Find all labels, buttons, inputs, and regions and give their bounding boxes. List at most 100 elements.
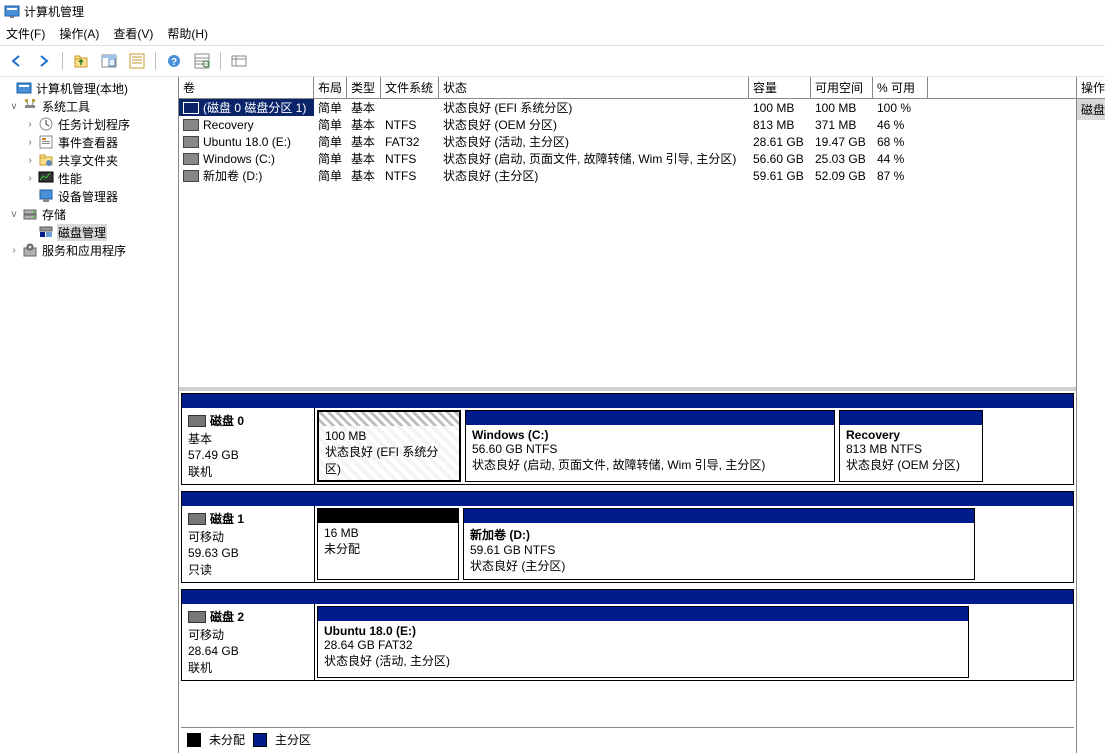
col-free[interactable]: 可用空间 (811, 77, 873, 98)
volume-row[interactable]: Ubuntu 18.0 (E:)简单基本FAT32状态良好 (活动, 主分区)2… (179, 133, 1076, 150)
col-capacity[interactable]: 容量 (749, 77, 811, 98)
back-button[interactable] (4, 49, 28, 73)
partition-body: Ubuntu 18.0 (E:)28.64 GB FAT32状态良好 (活动, … (318, 621, 968, 677)
tree-device-manager[interactable]: 设备管理器 (0, 187, 178, 205)
volume-status: 状态良好 (OEM 分区) (439, 116, 749, 133)
expand-icon[interactable]: › (24, 136, 36, 148)
volume-fs: NTFS (381, 169, 439, 183)
expand-icon[interactable]: › (8, 244, 20, 256)
disk-info[interactable]: 磁盘 2可移动28.64 GB联机 (182, 604, 315, 680)
volume-status: 状态良好 (EFI 系统分区) (439, 99, 749, 116)
detail-view-button[interactable] (190, 49, 214, 73)
tree-performance[interactable]: › 性能 (0, 169, 178, 187)
actions-pane: 操作 磁盘 (1077, 77, 1105, 753)
col-type[interactable]: 类型 (347, 77, 381, 98)
tree-services-apps[interactable]: › 服务和应用程序 (0, 241, 178, 259)
volume-free: 52.09 GB (811, 169, 873, 183)
up-button[interactable] (69, 49, 93, 73)
col-pct[interactable]: % 可用 (873, 77, 928, 98)
titlebar: 计算机管理 (0, 0, 1105, 22)
volume-capacity: 813 MB (749, 118, 811, 132)
window-title: 计算机管理 (24, 3, 84, 20)
list-view-button[interactable] (125, 49, 149, 73)
volume-free: 100 MB (811, 101, 873, 115)
volume-pct: 100 % (873, 101, 928, 115)
partition-bar (464, 509, 974, 523)
volume-type: 基本 (347, 99, 381, 116)
actions-item[interactable]: 磁盘 (1077, 99, 1105, 120)
disk-size: 59.63 GB (188, 546, 308, 560)
volume-name: Recovery (203, 118, 254, 132)
properties-button[interactable] (97, 49, 121, 73)
volume-fs: NTFS (381, 118, 439, 132)
tree-task-scheduler[interactable]: › 任务计划程序 (0, 115, 178, 133)
partition[interactable]: 100 MB状态良好 (EFI 系统分区) (317, 410, 461, 482)
disk-box: 磁盘 0基本57.49 GB联机100 MB状态良好 (EFI 系统分区)Win… (181, 393, 1074, 485)
volume-type: 基本 (347, 167, 381, 184)
expand-icon[interactable]: › (24, 118, 36, 130)
partition[interactable]: Ubuntu 18.0 (E:)28.64 GB FAT32状态良好 (活动, … (317, 606, 969, 678)
partition[interactable]: Windows (C:)56.60 GB NTFS 状态良好 (启动, 页面文件,… (465, 410, 835, 482)
volume-row[interactable]: Recovery 简单基本NTFS状态良好 (OEM 分区)813 MB371 M… (179, 116, 1076, 133)
expand-icon[interactable] (2, 82, 14, 94)
volume-row[interactable]: Windows (C:)简单基本NTFS状态良好 (启动, 页面文件, 故障转储… (179, 150, 1076, 167)
disk-name: 磁盘 2 (210, 608, 244, 625)
volume-free: 371 MB (811, 118, 873, 132)
legend-primary-label: 主分区 (275, 731, 311, 748)
expand-icon[interactable]: › (24, 172, 36, 184)
volume-row[interactable]: 新加卷 (D:)简单基本NTFS状态良好 (主分区)59.61 GB52.09 … (179, 167, 1076, 184)
partition-row: 16 MB未分配新加卷 (D:)59.61 GB NTFS状态良好 (主分区) (315, 506, 1073, 582)
tree-event-viewer[interactable]: › 事件查看器 (0, 133, 178, 151)
collapse-icon[interactable]: v (8, 208, 20, 220)
col-volume[interactable]: 卷 (179, 77, 314, 98)
tree-storage[interactable]: v 存储 (0, 205, 178, 223)
disk-state: 联机 (188, 659, 308, 676)
menu-action[interactable]: 操作(A) (53, 23, 105, 44)
volume-layout: 简单 (314, 150, 347, 167)
partition-size: 16 MB (324, 526, 359, 540)
partition-size: 59.61 GB NTFS (470, 543, 555, 557)
partition[interactable]: 16 MB未分配 (317, 508, 459, 580)
partition-title: Windows (C:) (472, 428, 549, 442)
collapse-icon[interactable]: v (8, 100, 20, 112)
menu-file[interactable]: 文件(F) (0, 23, 51, 44)
volume-pct: 44 % (873, 152, 928, 166)
toolbar-sep (62, 52, 63, 70)
volume-name: 新加卷 (D:) (203, 167, 262, 184)
menu-help[interactable]: 帮助(H) (161, 23, 214, 44)
partition[interactable]: Recovery813 MB NTFS状态良好 (OEM 分区) (839, 410, 983, 482)
col-status[interactable]: 状态 (439, 77, 749, 98)
volume-type: 基本 (347, 133, 381, 150)
disk-size: 28.64 GB (188, 644, 308, 658)
partition-status: 状态良好 (EFI 系统分区) (325, 445, 438, 476)
tree-shared-folders[interactable]: › 共享文件夹 (0, 151, 178, 169)
forward-button[interactable] (32, 49, 56, 73)
partition[interactable]: 新加卷 (D:)59.61 GB NTFS状态良好 (主分区) (463, 508, 975, 580)
app-icon (4, 4, 20, 20)
menu-view[interactable]: 查看(V) (107, 23, 159, 44)
volume-type: 基本 (347, 116, 381, 133)
partition-status: 状态良好 (启动, 页面文件, 故障转储, Wim 引导, 主分区) (472, 458, 765, 472)
disk-info[interactable]: 磁盘 1可移动59.63 GB只读 (182, 506, 315, 582)
partition-body: 100 MB状态良好 (EFI 系统分区) (319, 426, 459, 480)
help-button[interactable]: ? (162, 49, 186, 73)
tree-system-tools[interactable]: v 系统工具 (0, 97, 178, 115)
disk-name: 磁盘 1 (210, 510, 244, 527)
expand-icon[interactable]: › (24, 154, 36, 166)
volume-icon (183, 136, 199, 148)
volume-status: 状态良好 (主分区) (439, 167, 749, 184)
volume-layout: 简单 (314, 99, 347, 116)
disk-info[interactable]: 磁盘 0基本57.49 GB联机 (182, 408, 315, 484)
disk-type: 可移动 (188, 528, 308, 545)
volume-layout: 简单 (314, 116, 347, 133)
disk-name: 磁盘 0 (210, 412, 244, 429)
tree-disk-management[interactable]: 磁盘管理 (0, 223, 178, 241)
volume-row[interactable]: (磁盘 0 磁盘分区 1)简单基本状态良好 (EFI 系统分区)100 MB10… (179, 99, 1076, 116)
extra-button[interactable] (227, 49, 251, 73)
tree-root[interactable]: 计算机管理(本地) (0, 79, 178, 97)
col-layout[interactable]: 布局 (314, 77, 347, 98)
partition-size: 56.60 GB NTFS (472, 442, 557, 456)
disk-title-bar (182, 394, 1073, 408)
partition-bar (319, 412, 459, 426)
col-filesystem[interactable]: 文件系统 (381, 77, 439, 98)
